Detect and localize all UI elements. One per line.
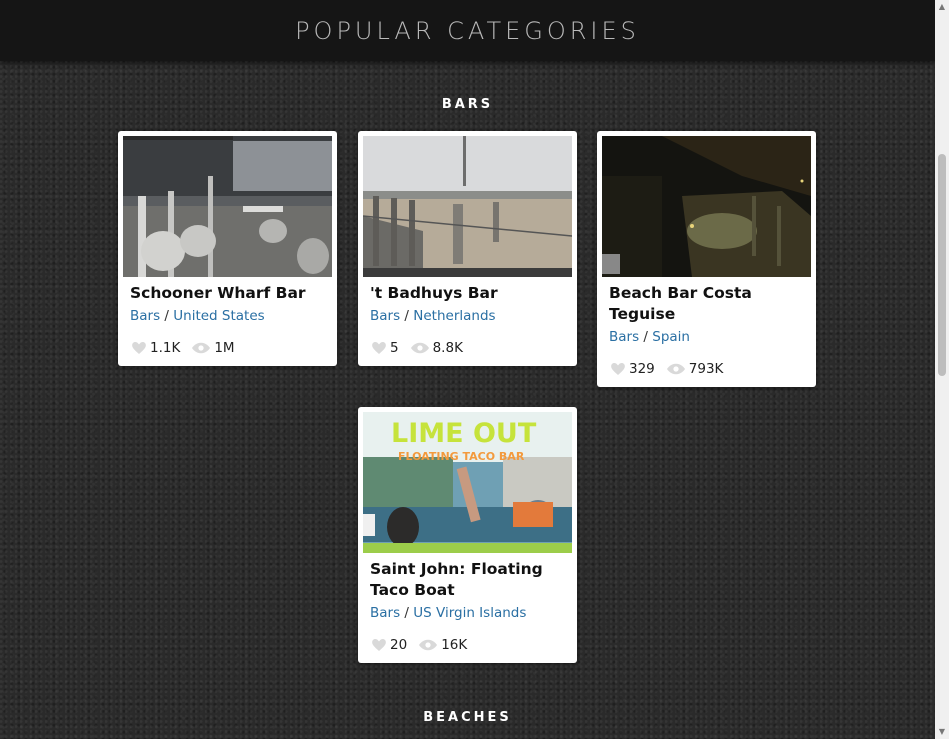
card-category-line: Bars / United States — [130, 308, 265, 324]
likes-count: 5 — [390, 340, 399, 356]
views-count: 16K — [441, 637, 468, 653]
likes-count: 329 — [629, 361, 655, 377]
card-stats: 1.1K 1M — [132, 340, 247, 356]
location-link[interactable]: United States — [173, 308, 264, 324]
views-stat: 1M — [192, 340, 235, 356]
taco-sign-line1: LIME OUT — [391, 418, 537, 449]
card-title[interactable]: Schooner Wharf Bar — [130, 283, 330, 304]
category-link[interactable]: Bars — [609, 329, 639, 345]
category-link[interactable]: Bars — [370, 308, 400, 324]
card-category-line: Bars / Spain — [609, 329, 690, 345]
webcam-thumbnail[interactable] — [602, 136, 811, 277]
scroll-down-arrow-icon[interactable]: ▼ — [938, 728, 946, 736]
card-title[interactable]: 't Badhuys Bar — [370, 283, 570, 304]
eye-icon — [192, 342, 211, 354]
likes-stat[interactable]: 1.1K — [132, 340, 180, 356]
card-stats: 20 16K — [372, 637, 479, 653]
views-count: 793K — [688, 361, 724, 377]
heart-icon — [132, 342, 146, 354]
likes-stat[interactable]: 20 — [372, 637, 407, 653]
views-stat: 793K — [666, 361, 724, 377]
webcam-thumbnail[interactable] — [363, 136, 572, 277]
webcam-card[interactable]: Schooner Wharf Bar Bars / United States … — [118, 131, 337, 366]
views-stat: 16K — [419, 637, 467, 653]
webcam-thumbnail[interactable]: LIME OUT FLOATING TACO BAR — [363, 412, 572, 553]
likes-stat[interactable]: 329 — [611, 361, 655, 377]
heart-icon — [611, 363, 625, 375]
heart-icon — [372, 639, 386, 651]
scrollbar[interactable]: ▲ ▼ — [935, 0, 949, 739]
card-category-line: Bars / Netherlands — [370, 308, 496, 324]
likes-stat[interactable]: 5 — [372, 340, 399, 356]
page-title: POPULAR CATEGORIES — [295, 16, 640, 45]
category-link[interactable]: Bars — [370, 605, 400, 621]
views-count: 8.8K — [432, 340, 463, 356]
location-link[interactable]: Netherlands — [413, 308, 495, 324]
eye-icon — [666, 363, 685, 375]
eye-icon — [410, 342, 429, 354]
card-stats: 5 8.8K — [372, 340, 475, 356]
views-count: 1M — [214, 340, 235, 356]
scroll-up-arrow-icon[interactable]: ▲ — [938, 3, 946, 11]
webcam-card[interactable]: Beach Bar Costa Teguise Bars / Spain 329… — [597, 131, 816, 387]
location-link[interactable]: Spain — [652, 329, 690, 345]
heart-icon — [372, 342, 386, 354]
top-header-bar: POPULAR CATEGORIES — [0, 0, 935, 61]
eye-icon — [419, 639, 438, 651]
card-stats: 329 793K — [611, 361, 735, 377]
likes-count: 20 — [390, 637, 408, 653]
category-link[interactable]: Bars — [130, 308, 160, 324]
card-title[interactable]: Saint John: Floating Taco Boat — [370, 559, 570, 601]
section-title-beaches: BEACHES — [423, 710, 512, 725]
taco-sign-line2: FLOATING TACO BAR — [398, 450, 525, 463]
webcam-card[interactable]: LIME OUT FLOATING TACO BAR Saint John: F… — [358, 407, 577, 663]
card-title[interactable]: Beach Bar Costa Teguise — [609, 283, 809, 325]
webcam-thumbnail[interactable] — [123, 136, 332, 277]
likes-count: 1.1K — [150, 340, 181, 356]
section-title-bars: BARS — [441, 97, 494, 112]
webcam-card[interactable]: 't Badhuys Bar Bars / Netherlands 5 8.8K — [358, 131, 577, 366]
views-stat: 8.8K — [410, 340, 463, 356]
location-link[interactable]: US Virgin Islands — [413, 605, 526, 621]
card-category-line: Bars / US Virgin Islands — [370, 605, 527, 621]
scrollbar-thumb[interactable] — [938, 154, 946, 376]
